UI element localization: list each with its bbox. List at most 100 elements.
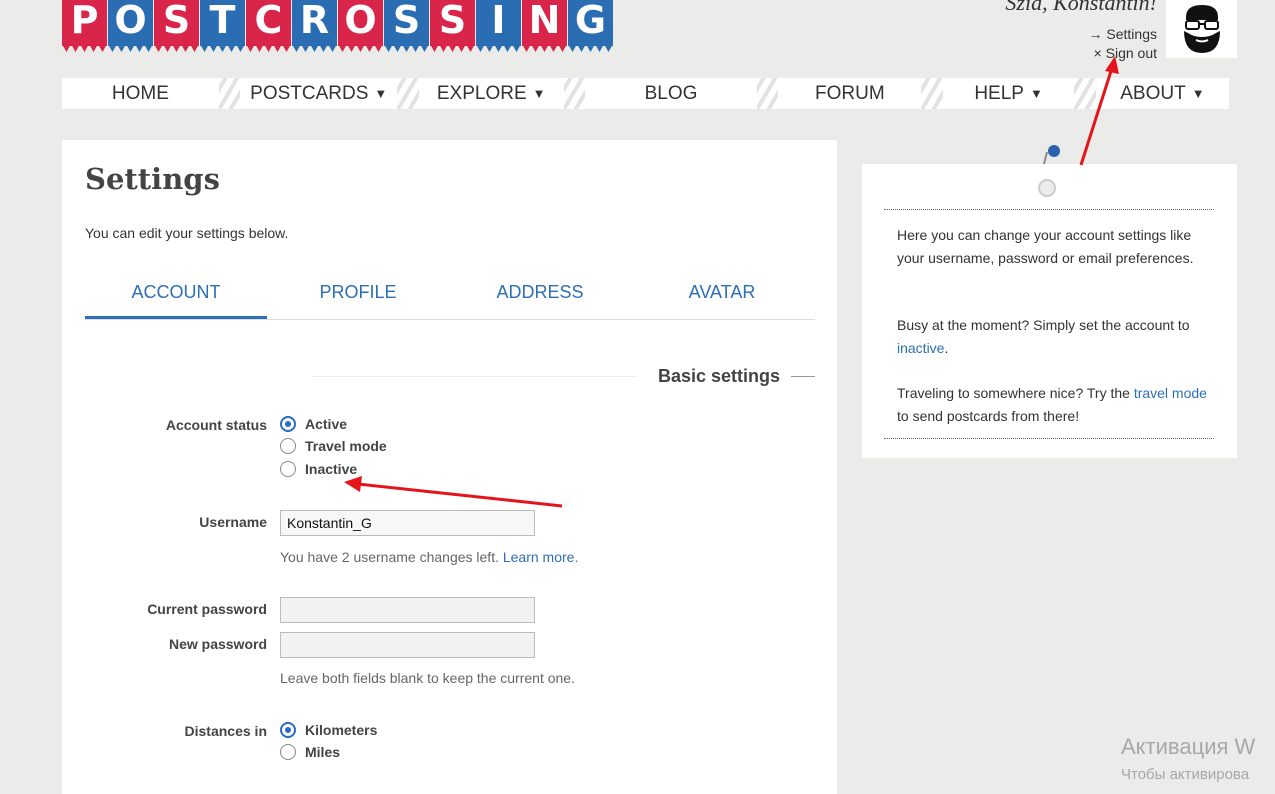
nav-label: HOME xyxy=(111,82,169,104)
settings-panel: Settings You can edit your settings belo… xyxy=(62,140,837,794)
distance-km-option[interactable]: Kilometers xyxy=(280,722,377,738)
username-input[interactable] xyxy=(280,510,535,536)
account-status-label: Account status xyxy=(165,417,267,433)
tab-avatar[interactable]: AVATAR xyxy=(631,272,813,319)
logo-letter: R xyxy=(292,0,337,46)
nav-separator xyxy=(218,78,241,109)
pin-ring-icon xyxy=(1038,179,1056,197)
help-text-settings: Here you can change your account setting… xyxy=(897,227,1194,266)
help-text: . xyxy=(944,339,949,356)
tab-address[interactable]: ADDRESS xyxy=(449,272,631,319)
username-label: Username xyxy=(199,514,267,530)
greeting: Sziá, Konstantin! xyxy=(1005,0,1157,15)
nav-explore[interactable]: EXPLORE ▼ xyxy=(418,78,564,109)
travel-mode-link[interactable]: travel mode xyxy=(1134,385,1207,401)
nav-forum[interactable]: FORUM xyxy=(778,78,922,109)
distance-miles-option[interactable]: Miles xyxy=(280,744,340,760)
caret-down-icon: ▼ xyxy=(374,86,388,101)
settings-link[interactable]: → Settings xyxy=(1089,25,1157,44)
user-links: → Settings × Sign out xyxy=(1089,25,1157,63)
status-active-option[interactable]: Active xyxy=(280,416,347,432)
nav-label: ABOUT xyxy=(1120,82,1186,104)
nav-separator xyxy=(397,78,419,109)
radio-label: Miles xyxy=(305,744,341,760)
logo-letter: C xyxy=(246,0,291,46)
radio-label: Travel mode xyxy=(305,438,387,454)
settings-tabs: ACCOUNT PROFILE ADDRESS AVATAR xyxy=(85,272,815,320)
nav-label: BLOG xyxy=(644,82,698,104)
nav-home[interactable]: HOME xyxy=(62,78,219,109)
dotted-divider xyxy=(884,438,1214,439)
section-title: Basic settings xyxy=(657,366,780,386)
nav-separator xyxy=(921,78,943,109)
activation-watermark-sub: Чтобы активирова xyxy=(1121,766,1250,783)
help-note-panel: Here you can change your account setting… xyxy=(862,164,1237,458)
nav-separator xyxy=(563,78,586,109)
logo-letter: T xyxy=(200,0,245,46)
page-title: Settings xyxy=(85,162,220,196)
status-inactive-option[interactable]: Inactive xyxy=(280,461,357,477)
logo-letter: O xyxy=(108,0,153,46)
nav-label: FORUM xyxy=(815,82,885,104)
nav-label: EXPLORE xyxy=(436,82,527,104)
current-password-label: Current password xyxy=(147,601,267,617)
help-text-inactive: Busy at the moment? Simply set the accou… xyxy=(897,314,1207,359)
caret-down-icon: ▼ xyxy=(1029,86,1043,101)
hint-text: You have 2 username changes left. xyxy=(280,549,499,565)
page-subtitle: You can edit your settings below. xyxy=(85,225,289,241)
caret-down-icon: ▼ xyxy=(1191,86,1205,101)
help-text: to send postcards from there! xyxy=(897,407,1080,424)
radio-label: Kilometers xyxy=(305,722,378,738)
inactive-link[interactable]: inactive xyxy=(897,340,944,356)
postcrossing-logo[interactable]: P O S T C R O S S I N G xyxy=(62,0,614,50)
radio-label: Active xyxy=(305,416,348,432)
nav-postcards[interactable]: POSTCARDS ▼ xyxy=(240,78,398,109)
current-password-input[interactable] xyxy=(280,597,535,623)
logo-letter: G xyxy=(568,0,613,46)
nav-separator xyxy=(756,78,779,109)
logo-letter: S xyxy=(430,0,475,46)
help-text: Traveling to somewhere nice? Try the xyxy=(897,385,1134,401)
logo-letter: S xyxy=(384,0,429,46)
logo-letter: I xyxy=(476,0,521,46)
nav-label: POSTCARDS xyxy=(250,82,369,104)
section-heading: Basic settings xyxy=(312,366,815,386)
divider xyxy=(312,376,637,377)
divider xyxy=(791,376,815,377)
logo-letter: N xyxy=(522,0,567,46)
radio-inactive[interactable] xyxy=(280,461,296,477)
help-text-travel: Traveling to somewhere nice? Try the tra… xyxy=(897,382,1207,427)
pin-icon xyxy=(1048,145,1060,157)
radio-active[interactable] xyxy=(280,416,296,432)
tab-account[interactable]: ACCOUNT xyxy=(85,272,267,319)
main-nav: HOME POSTCARDS ▼ EXPLORE ▼ BLOG FORUM HELP… xyxy=(62,78,1230,109)
bearded-man-glasses-avatar-icon xyxy=(1183,5,1220,53)
logo-letter: O xyxy=(338,0,383,46)
new-password-input[interactable] xyxy=(280,632,535,658)
status-travel-option[interactable]: Travel mode xyxy=(280,438,387,454)
avatar[interactable] xyxy=(1166,0,1237,58)
new-password-label: New password xyxy=(168,636,267,652)
radio-label: Inactive xyxy=(305,461,358,477)
username-hint: You have 2 username changes left. Learn … xyxy=(280,549,578,565)
activation-watermark: Активация W xyxy=(1121,734,1256,759)
distances-label: Distances in xyxy=(184,723,267,739)
nav-help[interactable]: HELP ▼ xyxy=(942,78,1075,109)
arrow-to-sign-out-icon xyxy=(1079,56,1119,166)
radio-travel-mode[interactable] xyxy=(280,438,296,454)
help-text: Busy at the moment? Simply set the accou… xyxy=(897,317,1190,333)
nav-blog[interactable]: BLOG xyxy=(585,78,757,109)
nav-separator xyxy=(1074,78,1096,109)
logo-letter: P xyxy=(62,0,107,46)
radio-miles[interactable] xyxy=(280,744,296,760)
radio-kilometers[interactable] xyxy=(280,722,296,738)
sign-out-link[interactable]: × Sign out xyxy=(1089,44,1157,63)
logo-letter: S xyxy=(154,0,199,46)
learn-more-link[interactable]: Learn more. xyxy=(503,549,578,565)
caret-down-icon: ▼ xyxy=(532,86,546,101)
nav-about[interactable]: ABOUT ▼ xyxy=(1095,78,1230,109)
password-hint: Leave both fields blank to keep the curr… xyxy=(280,670,575,686)
nav-label: HELP xyxy=(974,82,1024,104)
tab-profile[interactable]: PROFILE xyxy=(267,272,449,319)
dotted-divider xyxy=(884,209,1214,210)
